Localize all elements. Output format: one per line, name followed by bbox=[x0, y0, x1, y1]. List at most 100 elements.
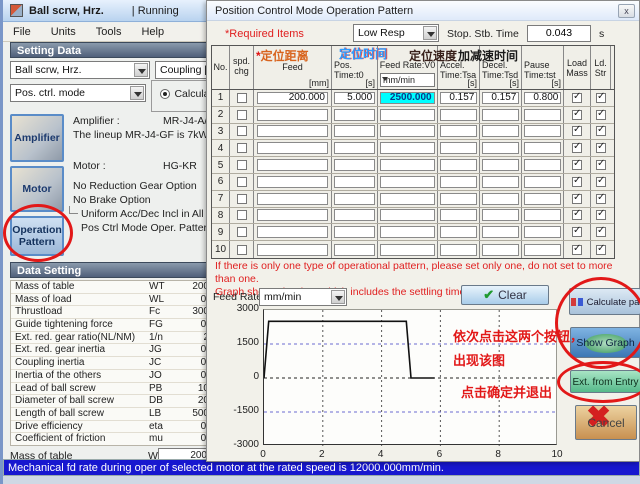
checkbox-icon[interactable] bbox=[572, 227, 582, 237]
checkbox-icon[interactable] bbox=[596, 143, 606, 153]
data-setting-row[interactable]: Coupling inertiaJC0. bbox=[11, 357, 209, 370]
value-field[interactable] bbox=[380, 142, 434, 154]
control-mode-select[interactable]: Pos. ctrl. mode bbox=[10, 84, 146, 102]
value-field[interactable] bbox=[524, 159, 562, 171]
checkbox-icon[interactable] bbox=[596, 93, 606, 103]
operation-pattern-button[interactable]: Operation Pattern bbox=[10, 216, 64, 256]
data-setting-row[interactable]: Ext. red. gear ratio(NL/NM)1/n2 bbox=[11, 332, 209, 345]
value-field[interactable] bbox=[440, 193, 478, 205]
value-field[interactable] bbox=[440, 226, 478, 238]
checkbox-icon[interactable] bbox=[596, 177, 606, 187]
value-field[interactable] bbox=[257, 176, 328, 188]
value-field[interactable] bbox=[482, 226, 520, 238]
data-setting-row[interactable]: Guide tightening forceFG0. bbox=[11, 319, 209, 332]
exit-from-entry-button[interactable]: Ext. from Entry bbox=[570, 370, 640, 393]
value-field[interactable] bbox=[257, 125, 328, 137]
value-field[interactable] bbox=[440, 209, 478, 221]
data-setting-row[interactable]: Diameter of ball screwDB20 bbox=[11, 395, 209, 408]
data-setting-row[interactable]: Inertia of the othersJO0. bbox=[11, 370, 209, 383]
checkbox-icon[interactable] bbox=[596, 160, 606, 170]
checkbox-icon[interactable] bbox=[237, 227, 247, 237]
checkbox-icon[interactable] bbox=[237, 160, 247, 170]
response-select[interactable]: Low Resp bbox=[353, 24, 439, 42]
value-field[interactable] bbox=[380, 209, 434, 221]
value-field[interactable] bbox=[482, 176, 520, 188]
value-field[interactable] bbox=[524, 193, 562, 205]
value-field[interactable] bbox=[334, 226, 375, 238]
value-field[interactable] bbox=[257, 244, 328, 256]
value-field[interactable] bbox=[482, 159, 520, 171]
chevron-down-icon[interactable] bbox=[134, 63, 148, 77]
value-field[interactable] bbox=[482, 193, 520, 205]
value-field[interactable] bbox=[524, 109, 562, 121]
value-field[interactable] bbox=[482, 209, 520, 221]
checkbox-icon[interactable] bbox=[596, 110, 606, 120]
value-field[interactable] bbox=[257, 226, 328, 238]
motor-button[interactable]: Motor bbox=[10, 166, 64, 212]
menu-help[interactable]: Help bbox=[131, 24, 174, 40]
mounting-select[interactable]: Coupling [y]+Ext. R bbox=[155, 61, 213, 79]
feed-rate-unit-select[interactable]: mm/min bbox=[380, 73, 435, 87]
value-field[interactable] bbox=[380, 193, 434, 205]
value-field[interactable]: 5.000 bbox=[334, 92, 375, 104]
menu-file[interactable]: File bbox=[3, 24, 41, 40]
checkbox-icon[interactable] bbox=[572, 194, 582, 204]
value-field[interactable] bbox=[380, 125, 434, 137]
value-field[interactable] bbox=[380, 244, 434, 256]
value-field[interactable]: 0.157 bbox=[440, 92, 478, 104]
value-field[interactable] bbox=[524, 209, 562, 221]
value-field[interactable] bbox=[440, 159, 478, 171]
checkbox-icon[interactable] bbox=[237, 93, 247, 103]
value-field[interactable] bbox=[334, 209, 375, 221]
value-field[interactable] bbox=[440, 109, 478, 121]
value-field[interactable] bbox=[524, 125, 562, 137]
chevron-down-icon[interactable] bbox=[130, 86, 144, 100]
checkbox-icon[interactable] bbox=[237, 126, 247, 136]
menu-units[interactable]: Units bbox=[41, 24, 86, 40]
value-field[interactable] bbox=[380, 159, 434, 171]
checkbox-icon[interactable] bbox=[596, 245, 606, 255]
value-field[interactable] bbox=[257, 142, 328, 154]
checkbox-icon[interactable] bbox=[572, 177, 582, 187]
data-setting-row[interactable]: Coefficient of frictionmu0. bbox=[11, 433, 209, 446]
value-field[interactable] bbox=[482, 109, 520, 121]
value-field[interactable] bbox=[440, 142, 478, 154]
value-field[interactable]: 2500.000 bbox=[380, 92, 434, 104]
checkbox-icon[interactable] bbox=[237, 143, 247, 153]
checkbox-icon[interactable] bbox=[237, 245, 247, 255]
value-field[interactable] bbox=[440, 244, 478, 256]
checkbox-icon[interactable] bbox=[237, 194, 247, 204]
checkbox-icon[interactable] bbox=[572, 126, 582, 136]
checkbox-icon[interactable] bbox=[572, 143, 582, 153]
checkbox-icon[interactable] bbox=[596, 194, 606, 204]
checkbox-icon[interactable] bbox=[572, 160, 582, 170]
value-field[interactable] bbox=[524, 244, 562, 256]
checkbox-icon[interactable] bbox=[572, 110, 582, 120]
mechanism-select[interactable]: Ball scrw, Hrz. bbox=[10, 61, 150, 79]
value-field[interactable]: 0.157 bbox=[482, 92, 520, 104]
value-field[interactable] bbox=[334, 142, 375, 154]
value-field[interactable] bbox=[257, 109, 328, 121]
cancel-button[interactable]: ✖ Cancel bbox=[575, 405, 637, 440]
value-field[interactable] bbox=[380, 226, 434, 238]
checkbox-icon[interactable] bbox=[237, 177, 247, 187]
value-field[interactable] bbox=[334, 244, 375, 256]
data-setting-row[interactable]: Lead of ball screwPB10 bbox=[11, 383, 209, 396]
value-field[interactable] bbox=[334, 125, 375, 137]
checkbox-icon[interactable] bbox=[596, 126, 606, 136]
checkbox-icon[interactable] bbox=[237, 210, 247, 220]
value-field[interactable] bbox=[482, 244, 520, 256]
data-setting-row[interactable]: Mass of loadWL0. bbox=[11, 294, 209, 307]
data-setting-row[interactable]: ThrustloadFc300 bbox=[11, 306, 209, 319]
data-setting-row[interactable]: Drive efficiencyeta0. bbox=[11, 421, 209, 434]
value-field[interactable] bbox=[524, 176, 562, 188]
value-field[interactable] bbox=[257, 159, 328, 171]
stop-settling-time-input[interactable]: 0.043 bbox=[527, 25, 591, 42]
amplifier-button[interactable]: Amplifier bbox=[10, 114, 64, 162]
dialog-titlebar[interactable]: Position Control Mode Operation Pattern … bbox=[207, 1, 639, 21]
value-field[interactable]: 0.800 bbox=[524, 92, 562, 104]
data-setting-row[interactable]: Ext. red. gear inertiaJG0. bbox=[11, 344, 209, 357]
checkbox-icon[interactable] bbox=[596, 210, 606, 220]
value-field[interactable]: 200.000 bbox=[257, 92, 328, 104]
chevron-down-icon[interactable] bbox=[423, 26, 437, 40]
